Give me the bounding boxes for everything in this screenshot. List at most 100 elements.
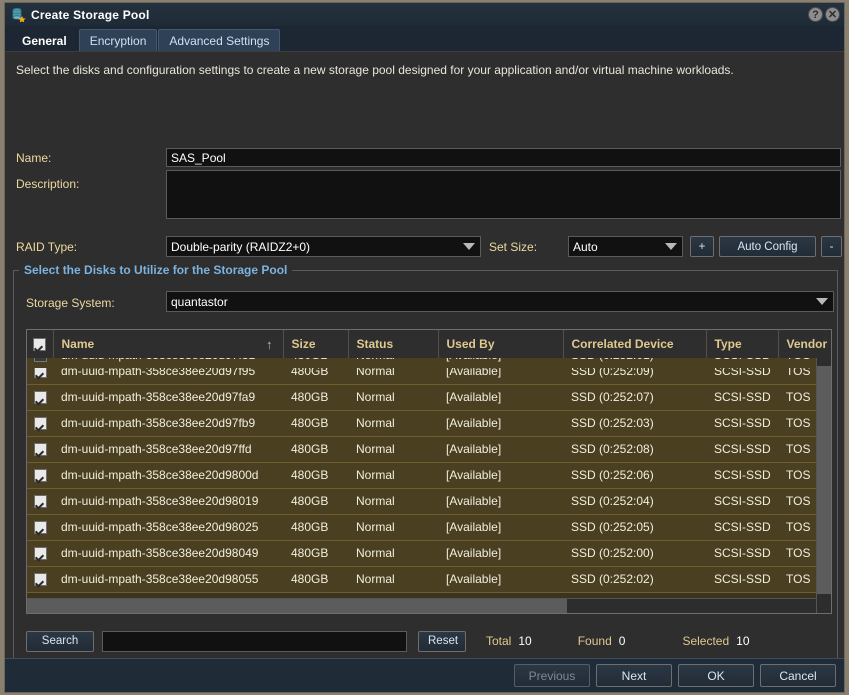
- column-header-vendor[interactable]: Vendor: [778, 330, 831, 359]
- disk-selection-group-title: Select the Disks to Utilize for the Stor…: [19, 263, 293, 277]
- table-horizontal-scrollbar-thumb[interactable]: [27, 599, 567, 613]
- cell-size: 480GB: [283, 410, 348, 437]
- chevron-down-icon: [660, 237, 682, 256]
- cell-name: dm-uuid-mpath-358ce38ee20d97fa9: [53, 384, 283, 411]
- cell-size: 480GB: [283, 514, 348, 541]
- cell-name: dm-uuid-mpath-358ce38ee20d97ffd: [53, 436, 283, 463]
- row-select-cell[interactable]: [27, 410, 53, 437]
- column-header-type[interactable]: Type: [706, 330, 779, 359]
- row-checkbox[interactable]: [33, 469, 47, 483]
- cancel-button[interactable]: Cancel: [760, 664, 836, 687]
- table-row[interactable]: dm-uuid-mpath-358ce38ee20d97fb9 480GB Norm…: [27, 410, 831, 437]
- remove-set-button[interactable]: -: [821, 236, 842, 257]
- ok-button[interactable]: OK: [678, 664, 754, 687]
- select-all-checkbox[interactable]: [33, 337, 47, 351]
- cell-size: 480GB: [283, 488, 348, 515]
- column-header-size[interactable]: Size: [283, 330, 349, 359]
- dialog-titlebar: Create Storage Pool ? ✕: [5, 3, 844, 26]
- close-icon[interactable]: ✕: [825, 7, 840, 22]
- cell-type: SCSI-SSD: [706, 488, 778, 515]
- tab-encryption[interactable]: Encryption: [78, 29, 158, 51]
- reset-button[interactable]: Reset: [418, 630, 466, 652]
- cell-correlated-device: SSD (0:252:01): [563, 358, 706, 368]
- row-checkbox[interactable]: [33, 358, 47, 362]
- raid-type-value: Double-parity (RAIDZ2+0): [171, 239, 311, 254]
- storage-system-label: Storage System:: [26, 296, 115, 310]
- table-row[interactable]: dm-uuid-mpath-358ce38ee20d98049 480GB Norm…: [27, 540, 831, 567]
- table-row[interactable]: dm-uuid-mpath-358ce38ee20d98025 480GB Norm…: [27, 514, 831, 541]
- storage-pool-add-icon: [11, 7, 26, 23]
- description-textarea[interactable]: [166, 170, 841, 219]
- cell-name: dm-uuid-mpath-358ce38ee20d97fb9: [53, 410, 283, 437]
- search-input[interactable]: [102, 630, 407, 652]
- column-header-correlated-device[interactable]: Correlated Device: [563, 330, 707, 359]
- table-row[interactable]: dm-uuid-mpath-358ce38ee20d9800d 480GB Norm…: [27, 462, 831, 489]
- column-header-used-by[interactable]: Used By: [438, 330, 564, 359]
- previous-button[interactable]: Previous: [514, 664, 590, 687]
- storage-system-select[interactable]: quantastor: [166, 291, 834, 312]
- row-select-cell[interactable]: [27, 462, 53, 489]
- name-input[interactable]: [166, 148, 841, 167]
- cell-correlated-device: SSD (0:252:04): [563, 488, 706, 515]
- table-row[interactable]: dm-uuid-mpath-358ce38ee20d98019 480GB Norm…: [27, 488, 831, 515]
- cell-status: Normal: [348, 488, 438, 515]
- table-row-clipped[interactable]: dm-uuid-mpath-358ce38ee20d97f31 480GB No…: [27, 358, 831, 368]
- help-icon[interactable]: ?: [808, 7, 823, 22]
- row-select-cell[interactable]: [27, 514, 53, 541]
- total-value: 10: [518, 634, 532, 648]
- table-vertical-scrollbar[interactable]: [816, 358, 831, 613]
- name-label: Name:: [16, 150, 52, 165]
- cell-used-by: [Available]: [438, 436, 563, 463]
- table-row[interactable]: dm-uuid-mpath-358ce38ee20d97ffd 480GB Norm…: [27, 436, 831, 463]
- tab-bar: General Encryption Advanced Settings: [5, 26, 844, 52]
- cell-used-by: [Available]: [438, 384, 563, 411]
- row-checkbox[interactable]: [33, 547, 47, 561]
- disk-table: Name ↑ Size Status Used By Correlated De…: [26, 329, 832, 614]
- search-button[interactable]: Search: [26, 630, 94, 652]
- row-select-cell[interactable]: [27, 384, 53, 411]
- table-header-row: Name ↑ Size Status Used By Correlated De…: [27, 330, 831, 359]
- table-row[interactable]: dm-uuid-mpath-358ce38ee20d98055 480GB Norm…: [27, 566, 831, 593]
- cell-size: 480GB: [283, 462, 348, 489]
- storage-system-value: quantastor: [171, 294, 228, 309]
- column-header-status[interactable]: Status: [348, 330, 439, 359]
- row-select-cell[interactable]: [27, 566, 53, 593]
- auto-config-button[interactable]: Auto Config: [719, 236, 816, 257]
- row-checkbox[interactable]: [33, 521, 47, 535]
- cell-name: dm-uuid-mpath-358ce38ee20d98049: [53, 540, 283, 567]
- column-header-name[interactable]: Name ↑: [53, 330, 284, 359]
- add-set-button[interactable]: +: [690, 236, 714, 257]
- dialog-title: Create Storage Pool: [31, 7, 150, 22]
- total-label: Total: [486, 634, 512, 648]
- row-checkbox[interactable]: [33, 573, 47, 587]
- row-checkbox[interactable]: [33, 417, 47, 431]
- row-checkbox[interactable]: [33, 495, 47, 509]
- raid-type-select[interactable]: Double-parity (RAIDZ2+0): [166, 236, 481, 257]
- chevron-down-icon: [811, 292, 833, 311]
- select-all-header[interactable]: [27, 330, 54, 359]
- row-select-cell[interactable]: [27, 540, 53, 567]
- cell-name: dm-uuid-mpath-358ce38ee20d9800d: [53, 462, 283, 489]
- sort-ascending-icon: ↑: [266, 337, 273, 352]
- cell-size: 480GB: [283, 436, 348, 463]
- row-select-cell[interactable]: [27, 436, 53, 463]
- table-horizontal-scrollbar[interactable]: [27, 598, 816, 613]
- tab-general[interactable]: General: [11, 29, 78, 51]
- tab-advanced-settings[interactable]: Advanced Settings: [158, 29, 281, 51]
- cell-used-by: [Available]: [438, 488, 563, 515]
- description-label: Description:: [16, 177, 80, 191]
- row-checkbox[interactable]: [33, 391, 47, 405]
- set-size-select[interactable]: Auto: [568, 236, 683, 257]
- cell-correlated-device: SSD (0:252:07): [563, 384, 706, 411]
- cell-size: 480GB: [283, 384, 348, 411]
- cell-status: Normal: [348, 514, 438, 541]
- cell-status: Normal: [348, 566, 438, 593]
- row-select-cell[interactable]: [27, 488, 53, 515]
- table-row[interactable]: dm-uuid-mpath-358ce38ee20d97fa9 480GB Norm…: [27, 384, 831, 411]
- row-checkbox[interactable]: [33, 443, 47, 457]
- search-row: Search Reset Total 10 Found 0 Selected 1…: [26, 630, 832, 652]
- disk-table-grid: Name ↑ Size Status Used By Correlated De…: [27, 330, 831, 593]
- next-button[interactable]: Next: [596, 664, 672, 687]
- selected-label: Selected: [682, 634, 730, 648]
- table-vertical-scrollbar-thumb[interactable]: [817, 366, 831, 594]
